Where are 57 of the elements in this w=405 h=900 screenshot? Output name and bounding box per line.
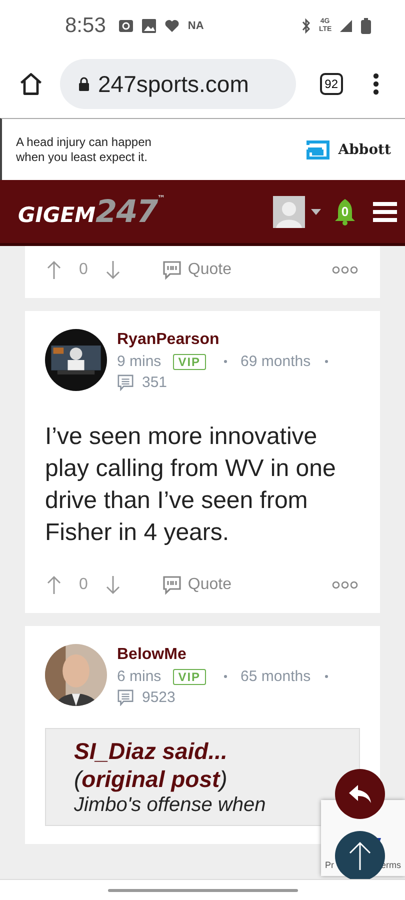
member-tenure: 69 months bbox=[240, 353, 311, 370]
downvote-icon[interactable] bbox=[106, 575, 120, 595]
member-tenure: 65 months bbox=[240, 668, 311, 685]
ad-text: A head injury can happen when you least expect it. bbox=[16, 134, 152, 164]
author-name[interactable]: BelowMe bbox=[117, 646, 334, 664]
menu-icon[interactable] bbox=[373, 202, 397, 222]
ad-brand: Abbott bbox=[338, 142, 391, 158]
post-count: 351 bbox=[142, 374, 168, 391]
battery-icon bbox=[361, 18, 371, 34]
comment-icon bbox=[117, 689, 134, 706]
caret-icon[interactable] bbox=[311, 208, 321, 214]
comment-icon bbox=[117, 374, 134, 391]
image-icon bbox=[142, 19, 156, 33]
quote-button[interactable]: Quote bbox=[162, 575, 232, 595]
downvote-icon[interactable] bbox=[106, 260, 120, 280]
gesture-handle[interactable] bbox=[108, 888, 298, 892]
post-body: I’ve seen more innovative play calling from WV in one drive than I’ve seen from Fisher in 4 years. bbox=[45, 422, 337, 548]
quote-icon bbox=[162, 260, 182, 280]
url-text: 247sports.com bbox=[98, 70, 249, 98]
separator-dot bbox=[224, 675, 227, 678]
more-options-icon[interactable] bbox=[332, 581, 358, 589]
more-icon[interactable] bbox=[373, 72, 379, 96]
status-time: 8:53 bbox=[65, 14, 106, 38]
signal-icon bbox=[339, 19, 353, 33]
vote-count: 0 bbox=[79, 261, 88, 279]
quote-button[interactable]: Quote bbox=[162, 260, 232, 280]
vip-badge: VIP bbox=[173, 668, 206, 684]
post-time: 6 mins bbox=[117, 668, 162, 685]
arrow-up-icon bbox=[348, 841, 372, 871]
separator-dot bbox=[224, 360, 227, 363]
carrier-label: NA bbox=[188, 20, 204, 32]
quote-source: (original post) bbox=[74, 765, 228, 793]
vip-badge: VIP bbox=[173, 354, 206, 370]
more-options-icon[interactable] bbox=[332, 266, 358, 274]
upvote-icon[interactable] bbox=[47, 575, 61, 595]
abbott-logo-icon bbox=[306, 140, 330, 160]
site-logo[interactable]: GIGEM247™ bbox=[18, 194, 166, 230]
home-icon[interactable] bbox=[18, 71, 44, 97]
quote-text: Jimbo's offense when bbox=[74, 793, 267, 817]
author-name[interactable]: RyanPearson bbox=[117, 331, 334, 349]
vote-count: 0 bbox=[79, 576, 88, 594]
lock-icon bbox=[78, 77, 90, 91]
bluetooth-icon bbox=[301, 18, 311, 34]
radio-icon bbox=[118, 19, 134, 33]
quote-title: SI_Diaz said... bbox=[74, 737, 228, 765]
privacy-link[interactable]: Pr bbox=[325, 860, 334, 870]
separator-dot bbox=[324, 675, 328, 678]
heart-icon bbox=[164, 19, 180, 33]
post-time: 9 mins bbox=[117, 353, 162, 370]
separator-dot bbox=[324, 360, 328, 363]
tab-count-button[interactable]: 92 bbox=[320, 73, 343, 95]
original-post-link[interactable]: original post bbox=[82, 766, 220, 792]
post-count: 9523 bbox=[142, 689, 176, 706]
upvote-icon[interactable] bbox=[47, 260, 61, 280]
address-bar[interactable]: 247sports.com bbox=[60, 59, 296, 109]
reply-icon bbox=[348, 784, 372, 804]
quote-icon bbox=[162, 575, 182, 595]
